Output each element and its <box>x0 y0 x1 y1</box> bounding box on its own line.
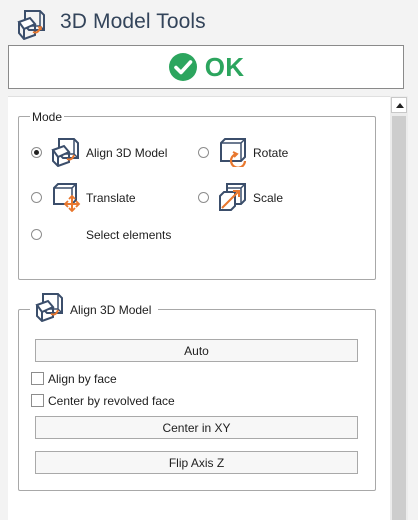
center-in-xy-button[interactable]: Center in XY <box>35 416 358 439</box>
radio-translate[interactable] <box>31 192 42 203</box>
check-circle-icon <box>168 53 197 81</box>
ok-button-label: OK <box>204 51 245 82</box>
auto-button[interactable]: Auto <box>35 339 358 362</box>
scrollbar-thumb[interactable] <box>392 116 406 520</box>
radio-select-elements[interactable] <box>31 229 42 240</box>
mode-option-align-3d-model[interactable]: Align 3D Model <box>86 146 167 160</box>
align-3d-model-icon <box>50 137 80 168</box>
mode-option-scale[interactable]: Scale <box>253 191 283 205</box>
radio-align-3d-model[interactable] <box>31 147 42 158</box>
radio-scale[interactable] <box>198 192 209 203</box>
mode-option-translate[interactable]: Translate <box>86 191 136 205</box>
page-title: 3D Model Tools <box>60 10 206 33</box>
divider <box>8 96 390 97</box>
center-by-revolved-face-label[interactable]: Center by revolved face <box>48 394 175 408</box>
mode-option-rotate[interactable]: Rotate <box>253 146 288 160</box>
radio-rotate[interactable] <box>198 147 209 158</box>
align-legend: Align 3D Model <box>30 292 158 323</box>
flip-axis-z-button[interactable]: Flip Axis Z <box>35 451 358 474</box>
mode-option-select-elements[interactable]: Select elements <box>86 228 171 242</box>
align-by-face-label[interactable]: Align by face <box>48 372 117 386</box>
scale-icon <box>218 182 248 212</box>
align-by-face-checkbox[interactable] <box>31 372 44 385</box>
scroll-up-button[interactable] <box>391 97 407 113</box>
mode-legend: Mode <box>30 110 65 124</box>
center-by-revolved-face-checkbox[interactable] <box>31 394 44 407</box>
rotate-icon <box>218 137 248 169</box>
arrow-up-icon <box>396 103 404 108</box>
ok-button[interactable]: OK <box>8 45 404 89</box>
align-legend-label: Align 3D Model <box>70 303 152 317</box>
align-3d-model-icon <box>34 292 64 323</box>
translate-icon <box>52 182 82 213</box>
align-3d-model-icon <box>16 8 46 41</box>
